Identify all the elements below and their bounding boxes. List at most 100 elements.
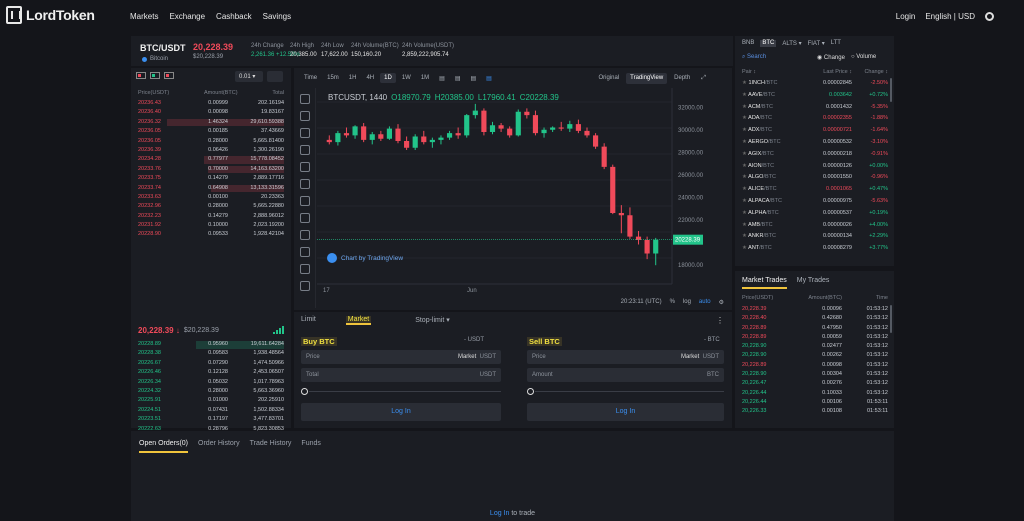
nav-markets[interactable]: Markets — [130, 12, 158, 21]
ask-row[interactable]: 20231.92 0.10000 2,023.19200 — [138, 221, 284, 230]
arrow-icon[interactable] — [299, 145, 310, 155]
draw-icon[interactable]: ▤ — [451, 73, 465, 84]
market-row[interactable]: ★ AION/BTC 0.00000126 +0.00% — [742, 161, 888, 173]
log-toggle[interactable]: log — [683, 299, 691, 305]
ask-row[interactable]: 20233.63 0.00100 20.23363 — [138, 193, 284, 202]
market-row[interactable]: ★ ALICE/BTC 0.0001065 +0.47% — [742, 184, 888, 196]
market-search-input[interactable]: ⌕ Search — [742, 54, 766, 61]
tab-open-orders[interactable]: Open Orders(0) — [139, 440, 189, 453]
fib-icon[interactable] — [299, 128, 310, 138]
ask-row[interactable]: 20233.75 0.14279 2,889.17716 — [138, 174, 284, 183]
market-tab-fiat[interactable]: FIAT ▾ — [808, 40, 825, 47]
ask-row[interactable]: 20236.43 0.00999 202.16194 — [138, 99, 284, 108]
ruler-icon[interactable] — [299, 162, 310, 172]
tab-my-trades[interactable]: My Trades — [797, 277, 830, 289]
ask-row[interactable]: 20233.74 0.64908 13,133.31596 — [138, 184, 284, 193]
market-row[interactable]: ★ ADA/BTC 0.00002355 -1.88% — [742, 113, 888, 125]
tab-limit[interactable]: Limit — [301, 316, 316, 325]
buy-amount-slider[interactable] — [301, 388, 501, 396]
ask-row[interactable]: 20236.39 0.06426 1,300.26190 — [138, 146, 284, 155]
compare-icon[interactable]: ▤ — [482, 73, 496, 84]
orderbook-bids-icon[interactable] — [150, 72, 160, 79]
interval-1w[interactable]: 1W — [398, 73, 415, 83]
col-pair[interactable]: Pair ↕ — [742, 69, 800, 75]
precision-select[interactable]: 0.01 ▾ — [235, 71, 263, 82]
market-tab-alts[interactable]: ALTS ▾ — [782, 40, 801, 47]
orderbook-both-icon[interactable] — [136, 72, 146, 79]
gear-icon[interactable] — [985, 12, 994, 21]
sell-amount-slider[interactable] — [527, 388, 724, 396]
nav-savings[interactable]: Savings — [263, 12, 291, 21]
market-row[interactable]: ★ ADX/BTC 0.00000721 -1.64% — [742, 125, 888, 137]
ask-row[interactable]: 20228.90 0.09533 1,928.42104 — [138, 230, 284, 239]
slider-knob[interactable] — [301, 388, 308, 395]
trendline-icon[interactable] — [299, 111, 310, 121]
sell-login-button[interactable]: Log In — [527, 403, 724, 421]
layers-icon[interactable] — [299, 264, 310, 274]
view-tradingview[interactable]: TradingView — [626, 73, 668, 84]
market-row[interactable]: ★ AGIX/BTC 0.00000218 -0.91% — [742, 149, 888, 161]
magnet-icon[interactable] — [299, 196, 310, 206]
percent-toggle[interactable]: % — [670, 299, 675, 305]
view-original[interactable]: Original — [594, 73, 623, 84]
market-row[interactable]: ★ ANKR/BTC 0.00000134 +2.29% — [742, 231, 888, 243]
market-tab-bnb[interactable]: BNB — [742, 40, 754, 47]
interval-1m[interactable]: 1M — [417, 73, 433, 83]
chart-settings-icon[interactable]: ⚙ — [719, 299, 724, 306]
sell-amount-field[interactable]: Amount BTC — [527, 368, 724, 382]
col-last-price[interactable]: Last Price ↕ — [800, 69, 852, 75]
market-row[interactable]: ★ AMB/BTC 0.00000026 +4.00% — [742, 220, 888, 232]
ask-row[interactable]: 20236.05 0.00185 37.43669 — [138, 127, 284, 136]
market-tab-ltt[interactable]: LTT — [831, 40, 841, 47]
orderbook-asks-icon[interactable] — [164, 72, 174, 79]
auto-toggle[interactable]: auto — [699, 299, 711, 305]
bid-row[interactable]: 20226.46 0.12128 2,453.06507 — [138, 368, 284, 377]
market-row[interactable]: ★ ALPACA/BTC 0.00000975 -5.63% — [742, 196, 888, 208]
lock-icon[interactable] — [299, 230, 310, 240]
pair-title[interactable]: BTC/USDT — [140, 43, 186, 53]
buy-login-button[interactable]: Log In — [301, 403, 501, 421]
crosshair-icon[interactable] — [299, 94, 310, 104]
ask-row[interactable]: 20236.32 1.46324 29,610.59388 — [138, 118, 284, 127]
market-row[interactable]: ★ ALPHA/BTC 0.00000537 +0.19% — [742, 208, 888, 220]
nav-cashback[interactable]: Cashback — [216, 12, 252, 21]
more-menu-icon[interactable]: ⋮ — [716, 316, 724, 325]
trash-icon[interactable] — [299, 281, 310, 291]
sell-price-field[interactable]: Price Market USDT — [527, 350, 724, 364]
ask-row[interactable]: 20232.23 0.14279 2,888.96012 — [138, 212, 284, 221]
interval-15m[interactable]: 15m — [323, 73, 343, 83]
view-depth[interactable]: Depth — [670, 73, 694, 84]
bid-row[interactable]: 20226.67 0.07290 1,474.50966 — [138, 359, 284, 368]
market-row[interactable]: ★ ALGO/BTC 0.00001550 -0.96% — [742, 172, 888, 184]
orderbook-settings-button[interactable] — [267, 71, 283, 82]
ask-row[interactable]: 20232.96 0.28000 5,665.22880 — [138, 202, 284, 211]
bid-row[interactable]: 20226.34 0.05032 1,017.78963 — [138, 378, 284, 387]
tab-trade-history[interactable]: Trade History — [250, 440, 292, 453]
bid-row[interactable]: 20228.38 0.09583 1,938.48564 — [138, 349, 284, 358]
language-currency-select[interactable]: English | USD — [925, 12, 975, 21]
market-row[interactable]: ★ ACM/BTC 0.0001432 -5.35% — [742, 102, 888, 114]
market-tab-btc[interactable]: BTC — [760, 40, 777, 47]
radio-volume[interactable]: ○ Volume — [851, 54, 876, 61]
tab-market[interactable]: Market — [345, 316, 372, 325]
bid-row[interactable]: 20225.91 0.01000 202.25910 — [138, 396, 284, 405]
zoom-icon[interactable] — [299, 179, 310, 189]
logo[interactable]: LordToken — [6, 6, 95, 24]
buy-total-field[interactable]: Total USDT — [301, 368, 501, 382]
ask-row[interactable]: 20233.76 0.70000 14,163.63200 — [138, 165, 284, 174]
interval-1d[interactable]: 1D — [380, 73, 396, 83]
ask-row[interactable]: 20236.05 0.28000 5,665.81400 — [138, 137, 284, 146]
market-row[interactable]: ★ AERGO/BTC 0.00000532 -3.10% — [742, 137, 888, 149]
tab-order-history[interactable]: Order History — [198, 440, 240, 453]
eye-icon[interactable] — [299, 247, 310, 257]
pencil-icon[interactable] — [299, 213, 310, 223]
bid-row[interactable]: 20224.51 0.07431 1,502.88334 — [138, 406, 284, 415]
tradingview-watermark[interactable]: Chart by TradingView — [341, 255, 403, 262]
interval-1h[interactable]: 1H — [345, 73, 361, 83]
tab-funds[interactable]: Funds — [301, 440, 320, 453]
ask-row[interactable]: 20234.28 0.77977 15,778.08452 — [138, 155, 284, 164]
tab-stop-limit[interactable]: Stop-limit ▾ — [415, 316, 450, 325]
market-row[interactable]: ★ AAVE/BTC 0.003642 +0.72% — [742, 90, 888, 102]
bid-row[interactable]: 20223.51 0.17197 3,477.83701 — [138, 415, 284, 424]
buy-price-field[interactable]: Price Market USDT — [301, 350, 501, 364]
